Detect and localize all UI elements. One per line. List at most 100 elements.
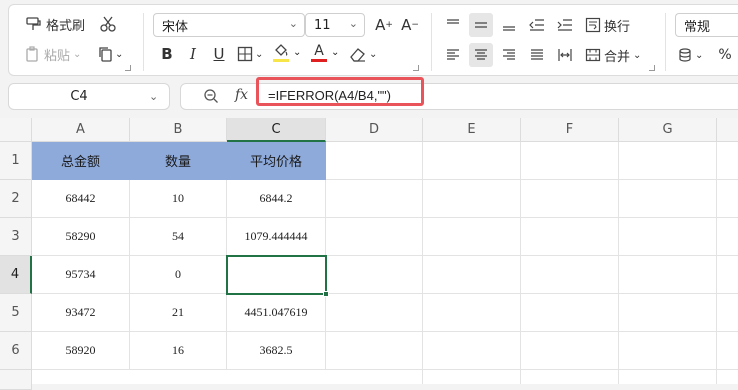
cell-c2[interactable]: 6844.2 xyxy=(227,180,326,218)
fill-handle[interactable] xyxy=(323,291,329,297)
chevron-down-icon: ⌄ xyxy=(695,49,704,61)
fill-color-button[interactable] xyxy=(273,41,289,65)
chevron-down-icon: ⌄ xyxy=(293,47,302,58)
cell-a2[interactable]: 68442 xyxy=(32,180,130,218)
increase-font-button[interactable]: A + xyxy=(373,13,395,37)
cell-b6[interactable]: 16 xyxy=(130,332,227,370)
align-top-button[interactable] xyxy=(441,13,465,37)
currency-button[interactable]: ⌄ xyxy=(677,43,703,67)
cell-a4[interactable]: 95734 xyxy=(32,256,130,294)
align-top-icon xyxy=(447,19,459,24)
alignment-group-expander[interactable] xyxy=(649,65,655,71)
italic-button[interactable]: I xyxy=(183,43,203,65)
cell-c1[interactable]: 平均价格 xyxy=(227,142,326,180)
clear-format-button[interactable]: ⌄ xyxy=(349,43,377,65)
cell-b2[interactable]: 10 xyxy=(130,180,227,218)
row-header-5[interactable]: 5 xyxy=(0,294,32,332)
font-color-button[interactable]: A xyxy=(311,41,327,65)
column-header-g[interactable]: G xyxy=(619,118,717,142)
align-middle-button[interactable] xyxy=(469,13,493,37)
row-header-7[interactable] xyxy=(0,370,32,390)
gridline xyxy=(326,369,738,370)
chevron-down-icon: ⌄ xyxy=(633,49,642,61)
paint-brush-icon xyxy=(26,17,41,30)
select-all-corner[interactable] xyxy=(0,118,32,142)
zoom-search-icon[interactable] xyxy=(203,88,219,108)
column-header-a[interactable]: A xyxy=(32,118,130,142)
cell-a6[interactable]: 58920 xyxy=(32,332,130,370)
name-box-value: C4 xyxy=(70,89,88,104)
number-format-value: 常规 xyxy=(684,19,711,35)
wrap-text-button[interactable]: 换行 xyxy=(585,13,630,37)
cell-b4[interactable]: 0 xyxy=(130,256,227,294)
border-grid-icon xyxy=(237,46,253,62)
cell-a3[interactable]: 58290 xyxy=(32,218,130,256)
row-header-6[interactable]: 6 xyxy=(0,332,32,370)
decrease-font-button[interactable]: A − xyxy=(399,13,421,37)
format-painter-button[interactable]: 格式刷 xyxy=(25,13,85,35)
active-cell-border xyxy=(226,255,327,295)
percent-button[interactable]: % xyxy=(715,43,735,67)
row-header-4[interactable]: 4 xyxy=(0,256,32,294)
spreadsheet-grid: A B C D E F G 1 2 3 4 5 6 总金额 数量 平均价格 68… xyxy=(0,118,738,390)
name-box[interactable]: C4 ⌄ xyxy=(8,83,170,110)
clipboard-icon xyxy=(26,46,38,62)
function-fx-icon[interactable]: fx xyxy=(235,87,248,103)
font-group-expander[interactable] xyxy=(413,65,419,71)
border-button[interactable]: ⌄ xyxy=(237,43,263,65)
gridline xyxy=(326,293,738,294)
bold-button[interactable]: B xyxy=(157,43,177,65)
gridline xyxy=(326,255,738,256)
paint-bucket-icon xyxy=(275,44,288,56)
cell-b1[interactable]: 数量 xyxy=(130,142,227,180)
row-header-3[interactable]: 3 xyxy=(0,218,32,256)
paste-button[interactable]: 粘贴 ⌄ xyxy=(25,43,81,65)
underline-button[interactable]: U xyxy=(209,43,229,65)
font-name-select[interactable]: 宋体 ⌄ xyxy=(153,13,305,37)
copy-icon xyxy=(99,47,112,62)
gridline xyxy=(326,179,738,180)
cell-c3[interactable]: 1079.444444 xyxy=(227,218,326,256)
cell-b3[interactable]: 54 xyxy=(130,218,227,256)
chevron-down-icon: ⌄ xyxy=(149,90,159,103)
column-header-d[interactable]: D xyxy=(326,118,423,142)
distributed-align-button[interactable] xyxy=(553,43,577,67)
clipboard-group-expander[interactable] xyxy=(125,65,131,71)
cell-b5[interactable]: 21 xyxy=(130,294,227,332)
cell-c6[interactable]: 3682.5 xyxy=(227,332,326,370)
merge-button[interactable]: 合并 ⌄ xyxy=(585,43,641,67)
column-header-c[interactable]: C xyxy=(227,118,326,142)
font-color-swatch xyxy=(311,59,327,62)
increase-indent-button[interactable] xyxy=(553,13,577,37)
column-header-e[interactable]: E xyxy=(423,118,521,142)
eraser-icon xyxy=(350,48,365,62)
copy-dropdown-icon: ⌄ xyxy=(115,48,124,60)
fill-color-swatch xyxy=(273,59,289,62)
column-header-h[interactable] xyxy=(717,118,738,142)
decrease-indent-button[interactable] xyxy=(525,13,549,37)
paste-label: 粘贴 xyxy=(44,48,71,64)
column-header-b[interactable]: B xyxy=(130,118,227,142)
align-bottom-button[interactable] xyxy=(497,13,521,37)
number-format-select[interactable]: 常规 xyxy=(675,13,738,37)
copy-button[interactable]: ⌄ xyxy=(97,43,123,65)
justify-button[interactable] xyxy=(525,43,549,67)
font-size-select[interactable]: 11 ⌄ xyxy=(305,13,365,37)
row-header-2[interactable]: 2 xyxy=(0,180,32,218)
cell-c5[interactable]: 4451.047619 xyxy=(227,294,326,332)
row-header-1[interactable]: 1 xyxy=(0,142,32,180)
column-header-f[interactable]: F xyxy=(521,118,619,142)
cell-a5[interactable]: 93472 xyxy=(32,294,130,332)
cell-a1[interactable]: 总金额 xyxy=(32,142,130,180)
chevron-down-icon: ⌄ xyxy=(255,48,264,60)
divider xyxy=(665,13,666,71)
cut-button[interactable] xyxy=(97,13,119,35)
font-size-value: 11 xyxy=(314,17,331,33)
align-left-button[interactable] xyxy=(441,43,465,67)
align-center-button[interactable] xyxy=(469,43,493,67)
distribute-icon xyxy=(558,49,572,61)
ribbon-toolbar: 格式刷 粘贴 ⌄ ⌄ 宋体 ⌄ 11 ⌄ A + A − B I U ⌄ ⌄ A ⌄ xyxy=(8,4,738,76)
align-right-button[interactable] xyxy=(497,43,521,67)
formula-highlight-box xyxy=(256,77,424,106)
justify-icon xyxy=(531,49,543,60)
